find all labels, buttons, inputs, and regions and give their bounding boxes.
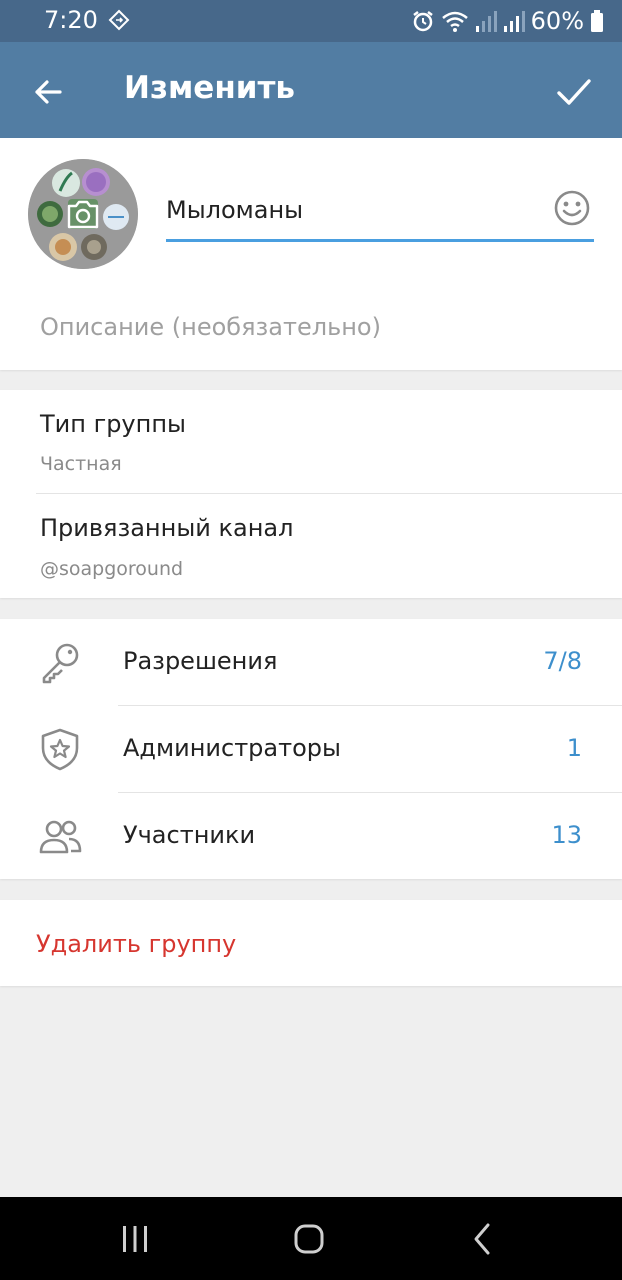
description-input[interactable]: Описание (необязательно) [40, 313, 600, 353]
signal-icon [475, 11, 497, 32]
signal-icon [503, 11, 525, 32]
home-icon[interactable] [287, 1217, 331, 1261]
settings-card: Разрешения 7/8 Администраторы 1 Участник… [0, 619, 622, 879]
sync-icon [108, 9, 130, 31]
group-info-card: Мыломаны Описание (необязательно) [0, 138, 622, 370]
administrators-row[interactable]: Администраторы 1 [0, 706, 622, 792]
users-icon [39, 820, 82, 854]
back-nav-icon[interactable] [461, 1217, 505, 1261]
checkmark-icon [557, 79, 591, 105]
battery-icon [591, 10, 603, 32]
linked-channel-title: Привязанный канал [40, 514, 294, 542]
group-avatar[interactable] [28, 159, 138, 269]
status-icons: 60% [411, 6, 604, 36]
group-name-value: Мыломаны [166, 196, 304, 224]
page-title: Изменить [124, 70, 296, 106]
group-type-title: Тип группы [40, 410, 186, 438]
delete-group-label: Удалить группу [36, 930, 237, 958]
back-button[interactable] [20, 64, 76, 120]
linked-channel-row[interactable]: Привязанный канал @soapgoround [0, 494, 622, 598]
group-type-row[interactable]: Тип группы Частная [0, 390, 622, 493]
delete-group-button[interactable]: Удалить группу [0, 900, 622, 986]
members-value: 13 [551, 821, 582, 849]
shield-star-icon [41, 728, 79, 771]
description-placeholder: Описание (необязательно) [40, 313, 381, 341]
group-type-value: Частная [40, 453, 122, 475]
alarm-icon [412, 11, 433, 32]
permissions-label: Разрешения [123, 647, 278, 675]
key-icon [42, 643, 79, 684]
status-bar: 7:20 60% [0, 0, 622, 42]
recent-apps-icon[interactable] [113, 1217, 157, 1261]
permissions-value: 7/8 [543, 647, 582, 675]
members-label: Участники [123, 821, 256, 849]
arrow-left-icon [35, 80, 62, 104]
group-type-card: Тип группы Частная Привязанный канал @so… [0, 390, 622, 598]
linked-channel-value: @soapgoround [40, 558, 184, 580]
permissions-row[interactable]: Разрешения 7/8 [0, 619, 622, 705]
group-name-input[interactable]: Мыломаны [166, 186, 594, 242]
members-row[interactable]: Участники 13 [0, 793, 622, 879]
delete-card: Удалить группу [0, 900, 622, 986]
administrators-label: Администраторы [123, 734, 341, 762]
battery-percent: 60% [530, 7, 584, 35]
status-time: 7:20 [44, 6, 98, 34]
app-bar: Изменить [0, 42, 622, 138]
done-button[interactable] [546, 64, 602, 120]
wifi-icon [441, 11, 468, 32]
system-nav-bar [0, 1197, 622, 1280]
emoji-icon[interactable] [553, 189, 591, 227]
administrators-value: 1 [566, 734, 582, 762]
camera-icon [67, 200, 99, 229]
